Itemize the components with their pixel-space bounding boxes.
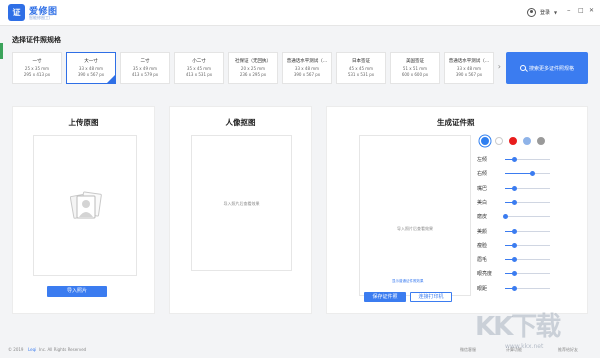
slider-label: 右倾 xyxy=(477,171,488,178)
search-icon xyxy=(519,65,526,71)
size-card-name: 二寸 xyxy=(140,59,150,64)
slider-track[interactable] xyxy=(505,185,550,191)
minimize-button[interactable]: – xyxy=(567,7,571,14)
footer-link-share[interactable]: 推荐给好友 xyxy=(558,347,578,353)
size-card[interactable]: 美国签证 51 x 51 mm 600 x 600 px xyxy=(390,52,440,84)
slider-track[interactable] xyxy=(505,228,550,234)
upload-panel: 上传原图 xyxy=(12,106,155,314)
slider-knob[interactable] xyxy=(512,242,517,248)
size-card-px: 413 x 531 px xyxy=(185,72,213,77)
slider-track[interactable] xyxy=(505,157,550,162)
app-tagline: 智能修图工厂 xyxy=(29,15,53,20)
slider-track[interactable] xyxy=(505,257,550,263)
slider-fill xyxy=(505,173,532,175)
matting-preview-area: 导入照片后查看效果 xyxy=(191,135,292,271)
maximize-button[interactable]: □ xyxy=(578,8,584,14)
selected-check-icon xyxy=(107,75,115,83)
save-photo-button[interactable]: 保存证件照 xyxy=(364,292,406,302)
portrait-placeholder-icon xyxy=(70,191,102,219)
slider-knob[interactable] xyxy=(512,185,517,191)
user-avatar-icon[interactable] xyxy=(527,8,536,17)
size-card[interactable]: 大一寸 33 x 48 mm 390 x 567 px xyxy=(66,52,116,84)
size-card-px: 600 x 600 px xyxy=(401,72,429,77)
slider-label: 瘦脸 xyxy=(477,242,488,249)
title-bar: 证 爱修图 智能修图工厂 登录 ▼ – □ ✕ xyxy=(0,0,600,26)
slider-track[interactable] xyxy=(505,171,550,177)
size-card[interactable]: 日本签证 45 x 45 mm 531 x 531 px xyxy=(336,52,386,84)
size-card-px: 295 x 413 px xyxy=(23,72,51,77)
size-card[interactable]: 普通话水平测试（… 33 x 48 mm 390 x 567 px xyxy=(444,52,494,84)
bg-color-swatch[interactable] xyxy=(495,137,503,145)
slider-knob[interactable] xyxy=(512,285,517,291)
slider-label: 眉毛 xyxy=(477,257,488,264)
watermark-url: www.kkx.net xyxy=(505,343,544,350)
side-handle xyxy=(0,43,3,59)
size-card-name: 一寸 xyxy=(32,59,42,64)
chevron-right-icon[interactable]: › xyxy=(498,62,501,71)
size-card-name: 社保证（无回执） xyxy=(235,59,271,64)
size-card-px: 236 x 295 px xyxy=(239,72,267,77)
size-card[interactable]: 普通话水平测试（… 33 x 48 mm 390 x 567 px xyxy=(282,52,332,84)
slider-label: 眼距 xyxy=(477,285,488,292)
connect-printer-button[interactable]: 连接打印机 xyxy=(410,292,452,302)
original-photo-area[interactable] xyxy=(33,135,137,276)
size-card-name: 小二寸 xyxy=(192,59,206,64)
slider-track[interactable] xyxy=(505,285,550,291)
search-more-sizes-button[interactable]: 搜索更多证件照规格 xyxy=(506,52,588,84)
slider-label: 美白 xyxy=(477,199,488,206)
generate-hint: 导入照片后查看效果 xyxy=(397,226,433,231)
slider-knob[interactable] xyxy=(512,157,517,162)
slider-label: 美颜 xyxy=(477,228,488,235)
footer-link-support[interactable]: 微信客服 xyxy=(460,347,476,353)
search-more-label: 搜索更多证件照规格 xyxy=(528,65,574,72)
size-card-name: 普通话水平测试（… xyxy=(448,59,490,64)
chevron-down-icon[interactable]: ▼ xyxy=(554,10,557,15)
generate-panel: 生成证件照 导入照片后查看效果 xyxy=(326,106,588,314)
size-card-name: 大一寸 xyxy=(84,59,98,64)
matting-panel: 人像抠图 导入照片后查看效果 xyxy=(169,106,312,314)
watermark-logo: KK下载 xyxy=(475,312,561,342)
bg-color-swatch[interactable] xyxy=(537,137,545,145)
size-card-px: 390 x 567 px xyxy=(455,72,483,77)
app-logo-icon: 证 xyxy=(8,4,25,21)
slider-label: 磨皮 xyxy=(477,214,488,221)
slider-knob[interactable] xyxy=(512,228,517,234)
rights-text: Inc. All Rights Reserved xyxy=(39,347,87,352)
slider-track[interactable] xyxy=(505,199,550,205)
size-card[interactable]: 小二寸 35 x 45 mm 413 x 531 px xyxy=(174,52,224,84)
slider-track[interactable] xyxy=(505,271,550,277)
size-card-name: 美国签证 xyxy=(406,59,424,64)
matting-panel-title: 人像抠图 xyxy=(225,118,256,127)
size-card-name: 日本签证 xyxy=(352,59,370,64)
size-card-name: 普通话水平测试（… xyxy=(286,59,328,64)
login-link[interactable]: 登录 xyxy=(540,9,550,16)
size-card[interactable]: 二寸 35 x 49 mm 413 x 579 px xyxy=(120,52,170,84)
matting-hint: 导入照片后查看效果 xyxy=(223,201,260,206)
slider-label: 嘴巴 xyxy=(477,185,488,192)
slider-knob[interactable] xyxy=(512,199,517,205)
company-link[interactable]: Leqi xyxy=(28,347,36,352)
generated-preview-area: 导入照片后查看效果 xyxy=(359,135,471,296)
slider-track[interactable] xyxy=(503,214,550,220)
generate-panel-title: 生成证件照 xyxy=(437,118,475,127)
copyright-text: © 2019 xyxy=(8,347,24,352)
slider-label: 眼亮度 xyxy=(477,271,493,278)
section-title: 选择证件照规格 xyxy=(12,36,61,44)
import-photo-button[interactable]: 导入照片 xyxy=(47,286,107,297)
slider-track[interactable] xyxy=(505,242,550,248)
size-card-px: 531 x 531 px xyxy=(347,72,375,77)
slider-label: 左倾 xyxy=(477,157,488,163)
size-card-px: 413 x 579 px xyxy=(131,72,159,77)
close-button[interactable]: ✕ xyxy=(589,8,594,14)
size-card[interactable]: 社保证（无回执） 20 x 25 mm 236 x 295 px xyxy=(228,52,278,84)
bg-color-swatch[interactable] xyxy=(523,137,531,145)
upload-panel-title: 上传原图 xyxy=(68,118,99,127)
size-card-px: 390 x 567 px xyxy=(293,72,321,77)
size-card[interactable]: 一寸 25 x 35 mm 295 x 413 px xyxy=(12,52,62,84)
bg-color-swatch[interactable] xyxy=(509,137,517,145)
bg-color-swatch[interactable] xyxy=(481,137,489,145)
normal-effect-link[interactable]: 显示普通证件照效果 xyxy=(392,279,424,284)
